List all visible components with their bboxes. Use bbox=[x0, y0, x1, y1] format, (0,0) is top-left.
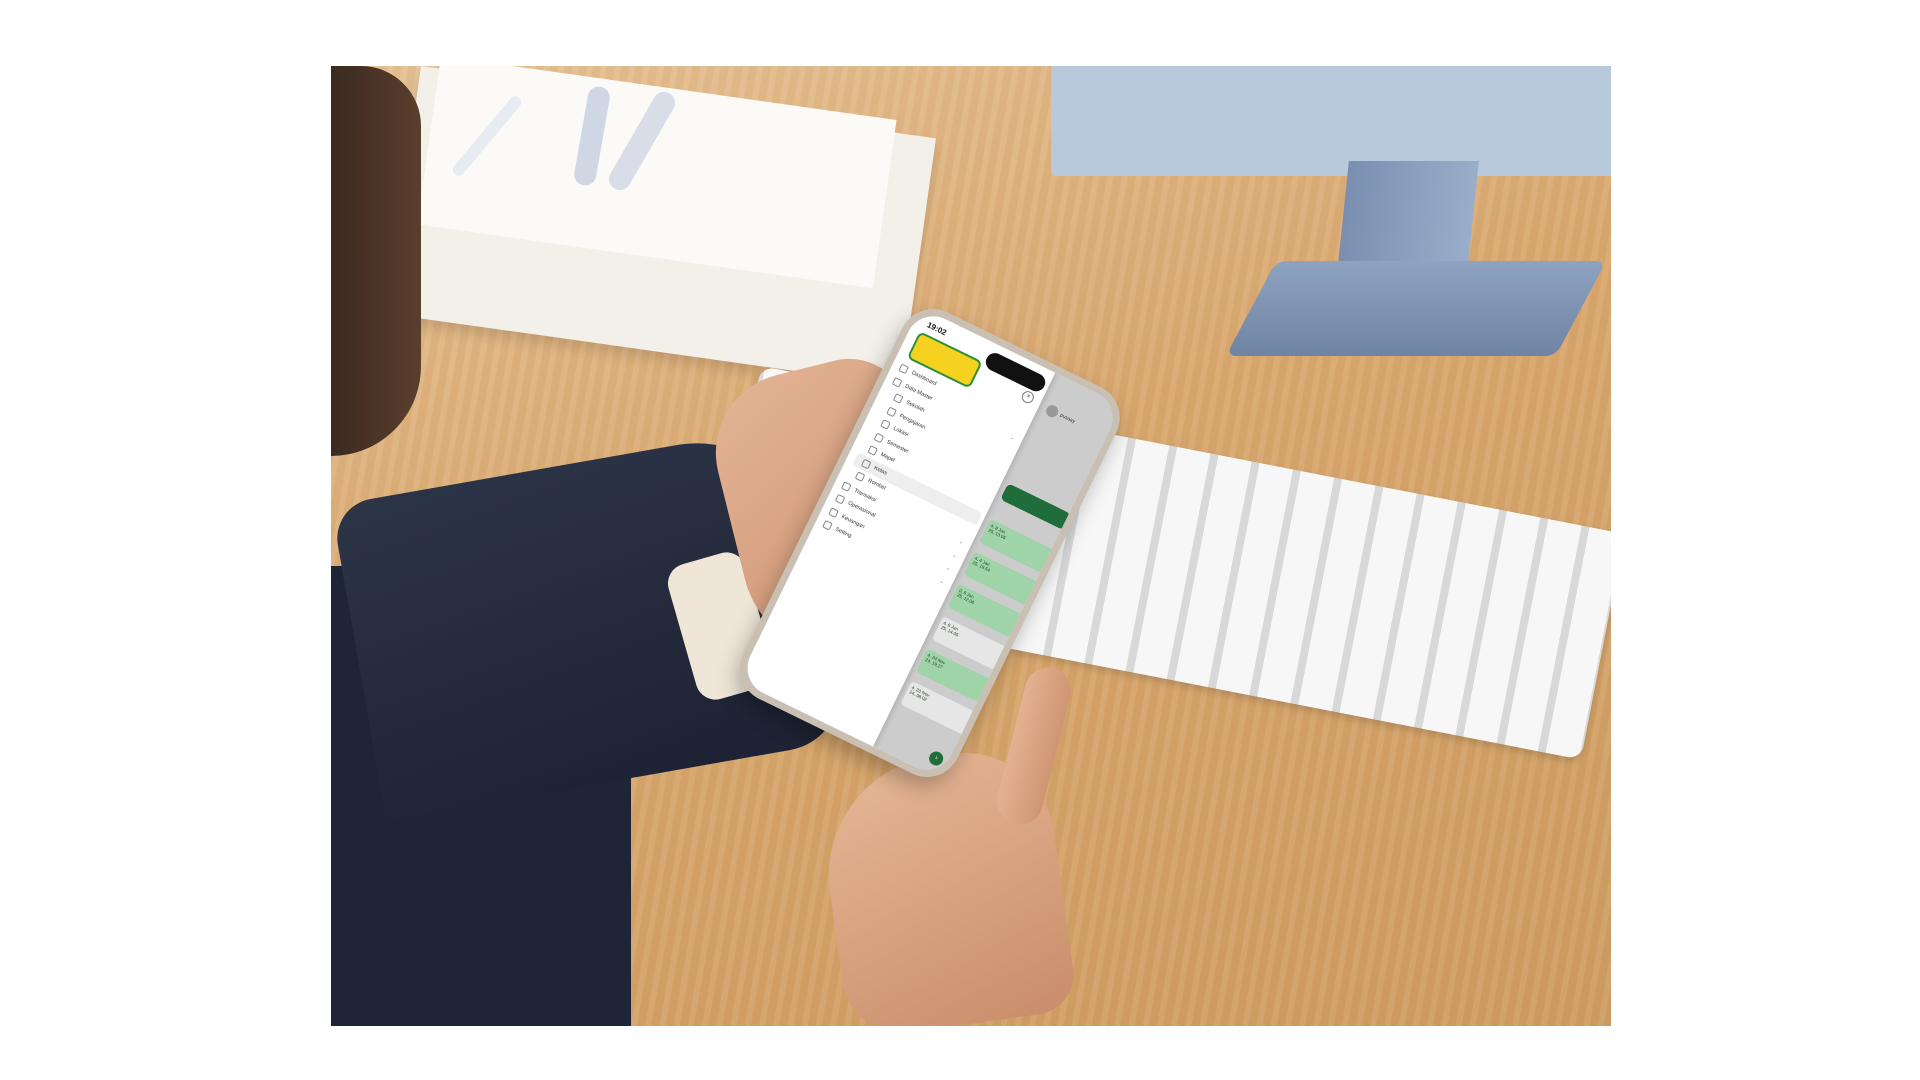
chevron-down-icon: ⌄ bbox=[957, 538, 965, 547]
menu-item-icon bbox=[854, 471, 866, 483]
monitor-screen bbox=[1051, 66, 1611, 176]
menu-item-icon bbox=[821, 520, 833, 531]
person-head bbox=[331, 66, 421, 456]
chevron-down-icon: ⌄ bbox=[1008, 434, 1016, 443]
photo-scene: pusaay 4, 8 Jan 25, 13.05 4, 4 Jan 25, 18.5… bbox=[331, 66, 1611, 1026]
menu-item-icon bbox=[867, 445, 878, 457]
menu-item-icon bbox=[892, 393, 904, 404]
menu-item-icon bbox=[873, 432, 885, 444]
chevron-down-icon: ⌄ bbox=[938, 577, 946, 586]
monitor-stand-foot bbox=[1225, 261, 1607, 356]
menu-item-icon bbox=[828, 507, 840, 518]
menu-item-label: Mapel bbox=[879, 452, 896, 464]
menu-item-icon bbox=[841, 481, 852, 492]
menu-item-icon bbox=[886, 406, 898, 418]
menu-item-icon bbox=[834, 494, 846, 505]
chevron-down-icon: ⌄ bbox=[944, 564, 952, 573]
menu-item-icon bbox=[860, 458, 872, 470]
chevron-down-icon: ⌄ bbox=[950, 551, 958, 560]
menu-item-icon bbox=[879, 419, 891, 431]
menu-item-label: Kelas bbox=[873, 465, 889, 477]
menu-item-icon bbox=[891, 376, 903, 388]
menu-item-icon bbox=[898, 363, 909, 375]
menu-item-label: Setting bbox=[834, 526, 853, 540]
close-icon[interactable]: × bbox=[1019, 389, 1036, 406]
